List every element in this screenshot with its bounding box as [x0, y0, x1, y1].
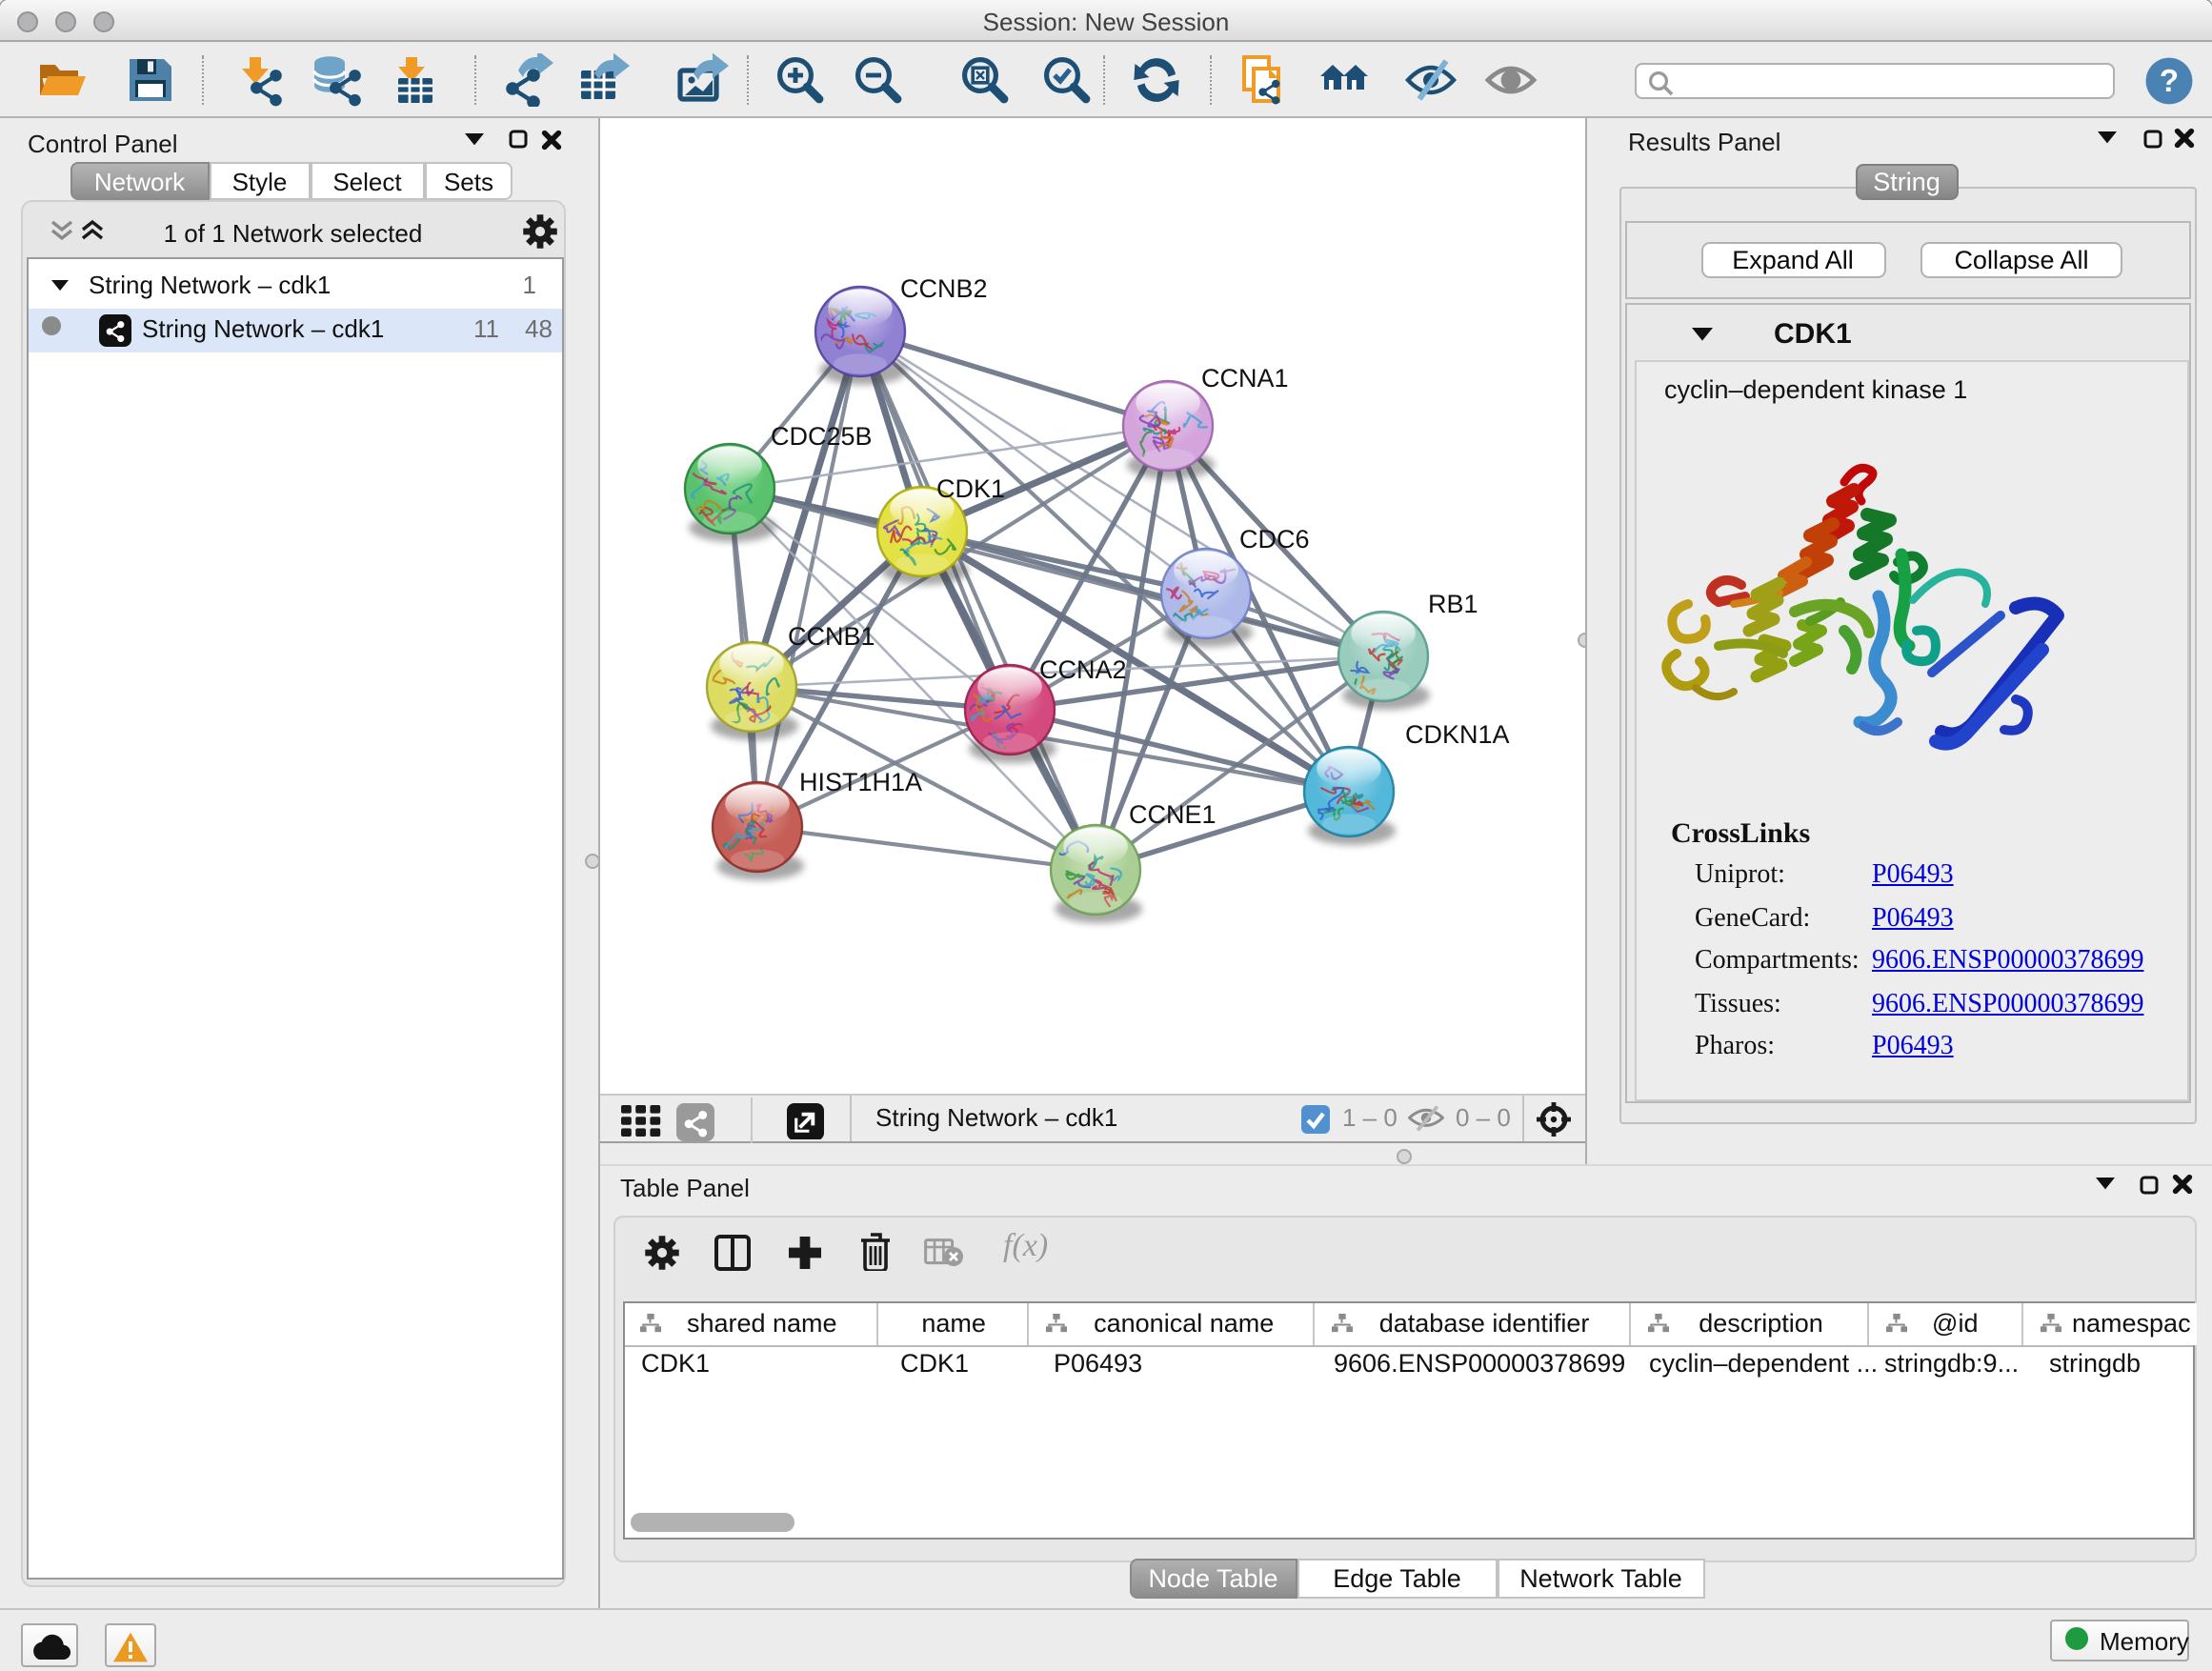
svg-text:RB1: RB1 [1427, 589, 1478, 617]
svg-text:CCNB1: CCNB1 [787, 621, 875, 650]
svg-text:CCNA1: CCNA1 [1200, 363, 1288, 392]
svg-text:CCNE1: CCNE1 [1128, 799, 1216, 828]
svg-text:CDKN1A: CDKN1A [1404, 719, 1509, 748]
svg-text:CCNA2: CCNA2 [1038, 654, 1126, 683]
svg-text:CCNB2: CCNB2 [899, 273, 987, 302]
svg-text:CDC25B: CDC25B [770, 421, 872, 450]
svg-text:CDK1: CDK1 [935, 473, 1004, 502]
svg-text:CDC6: CDC6 [1238, 524, 1309, 553]
svg-text:HIST1H1A: HIST1H1A [798, 767, 921, 795]
svg-text:?: ? [2159, 62, 2178, 97]
